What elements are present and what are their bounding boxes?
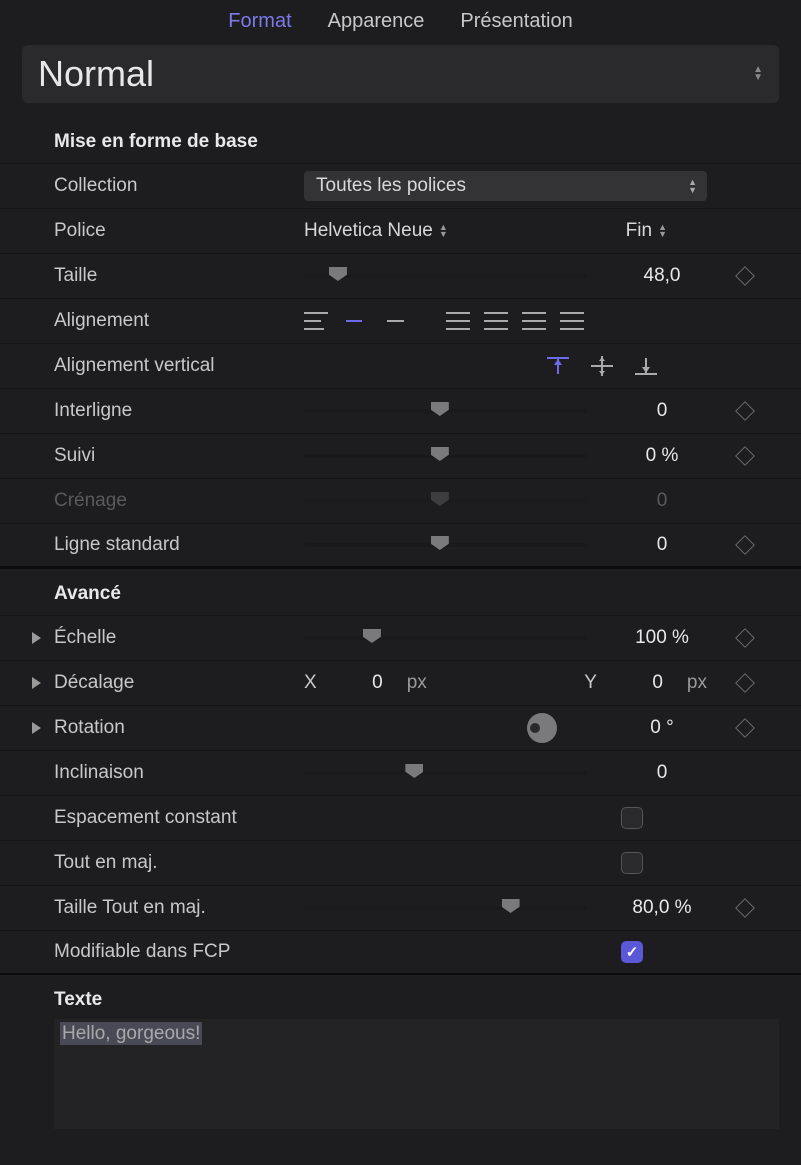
justify-left-button[interactable] [446,312,470,330]
tab-appearance[interactable]: Apparence [328,10,425,33]
valign-label: Alignement vertical [54,355,304,377]
alignment-buttons [304,312,584,330]
font-family-select[interactable]: Helvetica Neue ▲▼ [304,220,448,242]
row-valign: Alignement vertical [0,343,801,388]
font-label: Police [54,220,304,242]
size-value[interactable]: 48,0 [617,265,707,287]
tracking-value[interactable]: 0 % [617,445,707,467]
section-text: Texte Hello, gorgeous! [0,975,801,1129]
line-spacing-label: Interligne [54,400,304,422]
row-monospace: Espacement constant [0,795,801,840]
line-spacing-slider[interactable] [304,409,587,413]
valign-bottom-button[interactable] [635,356,657,376]
tracking-label: Suivi [54,445,304,467]
keyframe-button[interactable] [735,535,755,555]
row-collection: Collection Toutes les polices ▲▼ [0,163,801,208]
keyframe-button[interactable] [735,898,755,918]
offset-y-unit: px [687,672,707,694]
keyframe-button[interactable] [735,628,755,648]
tab-presentation[interactable]: Présentation [460,10,572,33]
allcaps-size-value[interactable]: 80,0 % [617,897,707,919]
size-slider[interactable] [304,274,587,278]
row-rotation: Rotation 0 ° [0,705,801,750]
font-weight-select[interactable]: Fin ▲▼ [626,220,667,242]
offset-x-unit: px [407,672,427,694]
keyframe-button[interactable] [735,446,755,466]
row-allcaps-size: Taille Tout en maj. 80,0 % [0,885,801,930]
kerning-label: Crénage [54,490,304,512]
allcaps-size-label: Taille Tout en maj. [54,897,304,919]
allcaps-label: Tout en maj. [54,852,304,874]
alignment-label: Alignement [54,310,304,332]
valign-top-button[interactable] [547,356,569,376]
line-spacing-value[interactable]: 0 [617,400,707,422]
align-left-button[interactable] [304,312,328,330]
section-text-header: Texte [54,975,779,1019]
justify-center-button[interactable] [484,312,508,330]
row-scale: Échelle 100 % [0,615,801,660]
keyframe-button[interactable] [735,266,755,286]
justify-right-button[interactable] [522,312,546,330]
chevron-up-down-icon: ▲▼ [688,178,697,194]
collection-label: Collection [54,175,304,197]
offset-y-value[interactable]: 0 [615,672,663,694]
offset-x-label: X [304,672,317,694]
baseline-value[interactable]: 0 [617,534,707,556]
chevron-up-down-icon: ▲▼ [753,66,763,82]
allcaps-checkbox[interactable] [621,852,643,874]
keyframe-button[interactable] [735,673,755,693]
slant-label: Inclinaison [54,762,304,784]
section-advanced-header: Avancé [0,568,801,615]
rotation-value[interactable]: 0 ° [617,717,707,739]
row-slant: Inclinaison 0 [0,750,801,795]
baseline-slider[interactable] [304,543,587,547]
row-offset: Décalage X 0 px Y 0 px [0,660,801,705]
editable-fcp-checkbox[interactable] [621,941,643,963]
slant-slider[interactable] [304,771,587,775]
row-line-spacing: Interligne 0 [0,388,801,433]
tracking-slider[interactable] [304,454,587,458]
slant-value[interactable]: 0 [617,762,707,784]
inspector-tabs: Format Apparence Présentation [0,0,801,39]
scale-label[interactable]: Échelle [54,627,304,649]
size-label: Taille [54,265,304,287]
chevron-up-down-icon: ▲▼ [439,224,448,238]
row-allcaps: Tout en maj. [0,840,801,885]
monospace-label: Espacement constant [54,807,304,829]
monospace-checkbox[interactable] [621,807,643,829]
scale-slider[interactable] [304,636,587,640]
row-font: Police Helvetica Neue ▲▼ Fin ▲▼ [0,208,801,253]
chevron-up-down-icon: ▲▼ [658,224,667,238]
allcaps-size-slider[interactable] [304,906,587,910]
justify-full-button[interactable] [560,312,584,330]
row-size: Taille 48,0 [0,253,801,298]
preset-label: Normal [38,53,154,95]
scale-value[interactable]: 100 % [617,627,707,649]
keyframe-button[interactable] [735,718,755,738]
keyframe-button[interactable] [735,401,755,421]
preset-select[interactable]: Normal ▲▼ [22,45,779,103]
row-editable-fcp: Modifiable dans FCP [0,930,801,975]
tab-format[interactable]: Format [228,10,291,33]
kerning-value: 0 [617,490,707,512]
editable-fcp-label: Modifiable dans FCP [54,941,304,963]
text-content: Hello, gorgeous! [60,1022,202,1045]
offset-y-label: Y [584,672,597,694]
row-alignment: Alignement [0,298,801,343]
row-kerning: Crénage 0 [0,478,801,523]
align-right-button[interactable] [380,312,404,330]
rotation-label[interactable]: Rotation [54,717,304,739]
align-center-button[interactable] [342,312,366,330]
kerning-slider [304,499,587,503]
offset-label[interactable]: Décalage [54,672,304,694]
row-tracking: Suivi 0 % [0,433,801,478]
section-basic-header: Mise en forme de base [0,117,801,163]
rotation-dial[interactable] [527,713,557,743]
valign-middle-button[interactable] [591,356,613,376]
row-baseline: Ligne standard 0 [0,523,801,568]
baseline-label: Ligne standard [54,534,304,556]
collection-select[interactable]: Toutes les polices ▲▼ [304,171,707,201]
offset-x-value[interactable]: 0 [335,672,383,694]
text-content-area[interactable]: Hello, gorgeous! [54,1019,779,1129]
